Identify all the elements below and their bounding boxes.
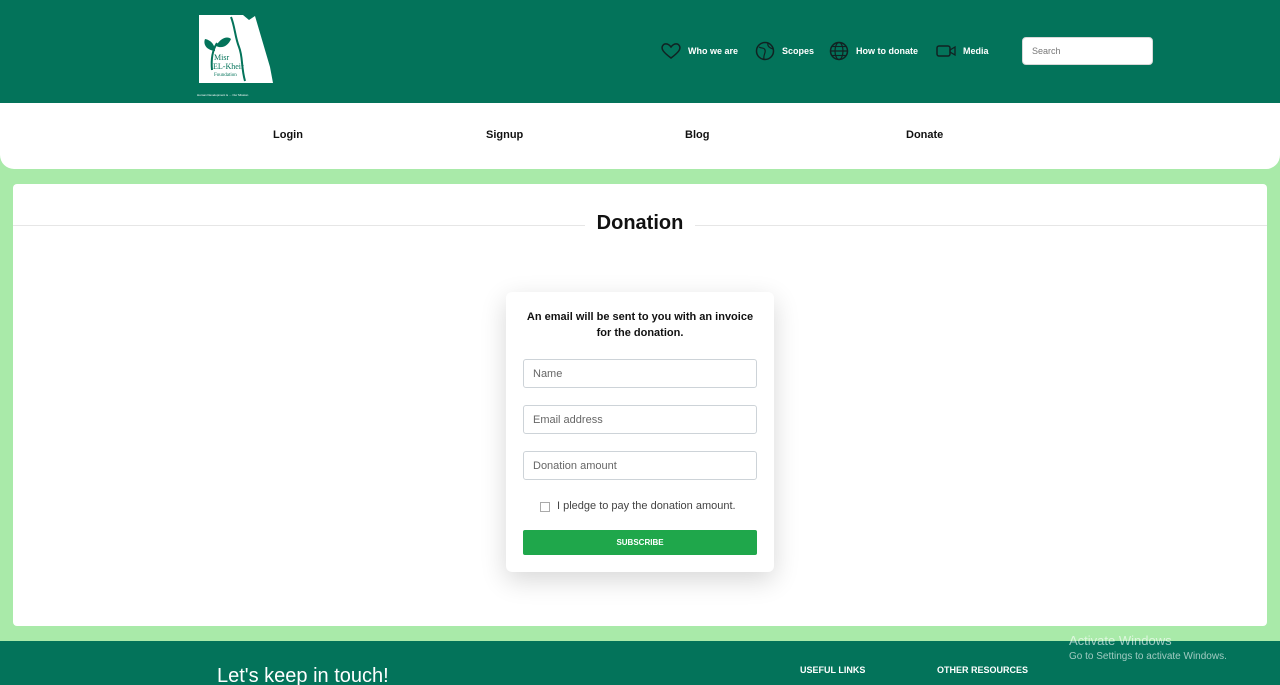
pledge-row[interactable]: I pledge to pay the donation amount.: [540, 499, 736, 512]
secondary-nav: Login Signup Blog Donate: [0, 103, 1280, 169]
svg-text:Foundation: Foundation: [214, 73, 237, 78]
nav-label: Scopes: [782, 46, 815, 56]
page-title: Donation: [585, 212, 695, 238]
nav-media[interactable]: Media: [936, 41, 989, 61]
nav-blog[interactable]: Blog: [685, 129, 709, 141]
nav-who-we-are[interactable]: Who we are: [661, 41, 738, 61]
activate-windows-watermark: Activate Windows: [1069, 633, 1172, 648]
svg-text:Misr: Misr: [214, 53, 229, 62]
globe-icon: [755, 41, 775, 61]
footer-heading: Let's keep in touch!: [217, 665, 389, 685]
nav-how-to-donate[interactable]: How to donate: [829, 41, 918, 61]
world-grid-icon: [829, 41, 849, 61]
pledge-checkbox[interactable]: [540, 502, 550, 512]
top-header: Misr EL-Kheir Foundation Human Developme…: [0, 0, 1280, 103]
pledge-label: I pledge to pay the donation amount.: [557, 499, 736, 512]
nav-login[interactable]: Login: [273, 129, 303, 141]
nav-donate[interactable]: Donate: [906, 129, 943, 141]
donation-amount-field[interactable]: [523, 451, 757, 480]
activate-windows-subtitle: Go to Settings to activate Windows.: [1069, 651, 1227, 662]
invoice-note: An email will be sent to you with an inv…: [526, 311, 754, 339]
video-camera-icon: [936, 45, 956, 57]
name-field[interactable]: [523, 359, 757, 388]
site-logo[interactable]: Misr EL-Kheir Foundation Human Developme…: [197, 15, 275, 97]
donation-form: An email will be sent to you with an inv…: [506, 292, 774, 572]
nav-label: Who we are: [688, 46, 739, 56]
nav-scopes[interactable]: Scopes: [755, 41, 814, 61]
other-resources-heading: OTHER RESOURCES: [937, 665, 1029, 675]
search-input[interactable]: [1022, 37, 1153, 65]
nav-label: Media: [963, 46, 989, 56]
nav-signup[interactable]: Signup: [486, 129, 523, 141]
egypt-map-icon: Misr EL-Kheir Foundation: [199, 15, 273, 83]
logo-tagline: Human Development is ... Our Mission: [197, 93, 249, 97]
nav-label: How to donate: [856, 46, 918, 56]
useful-links-heading: USEFUL LINKS: [800, 665, 866, 675]
svg-text:EL-Kheir: EL-Kheir: [213, 62, 244, 71]
main-panel: Donation An email will be sent to you wi…: [13, 184, 1267, 626]
heart-icon: [661, 43, 681, 59]
subscribe-button[interactable]: SUBSCRIBE: [523, 530, 757, 555]
email-field[interactable]: [523, 405, 757, 434]
